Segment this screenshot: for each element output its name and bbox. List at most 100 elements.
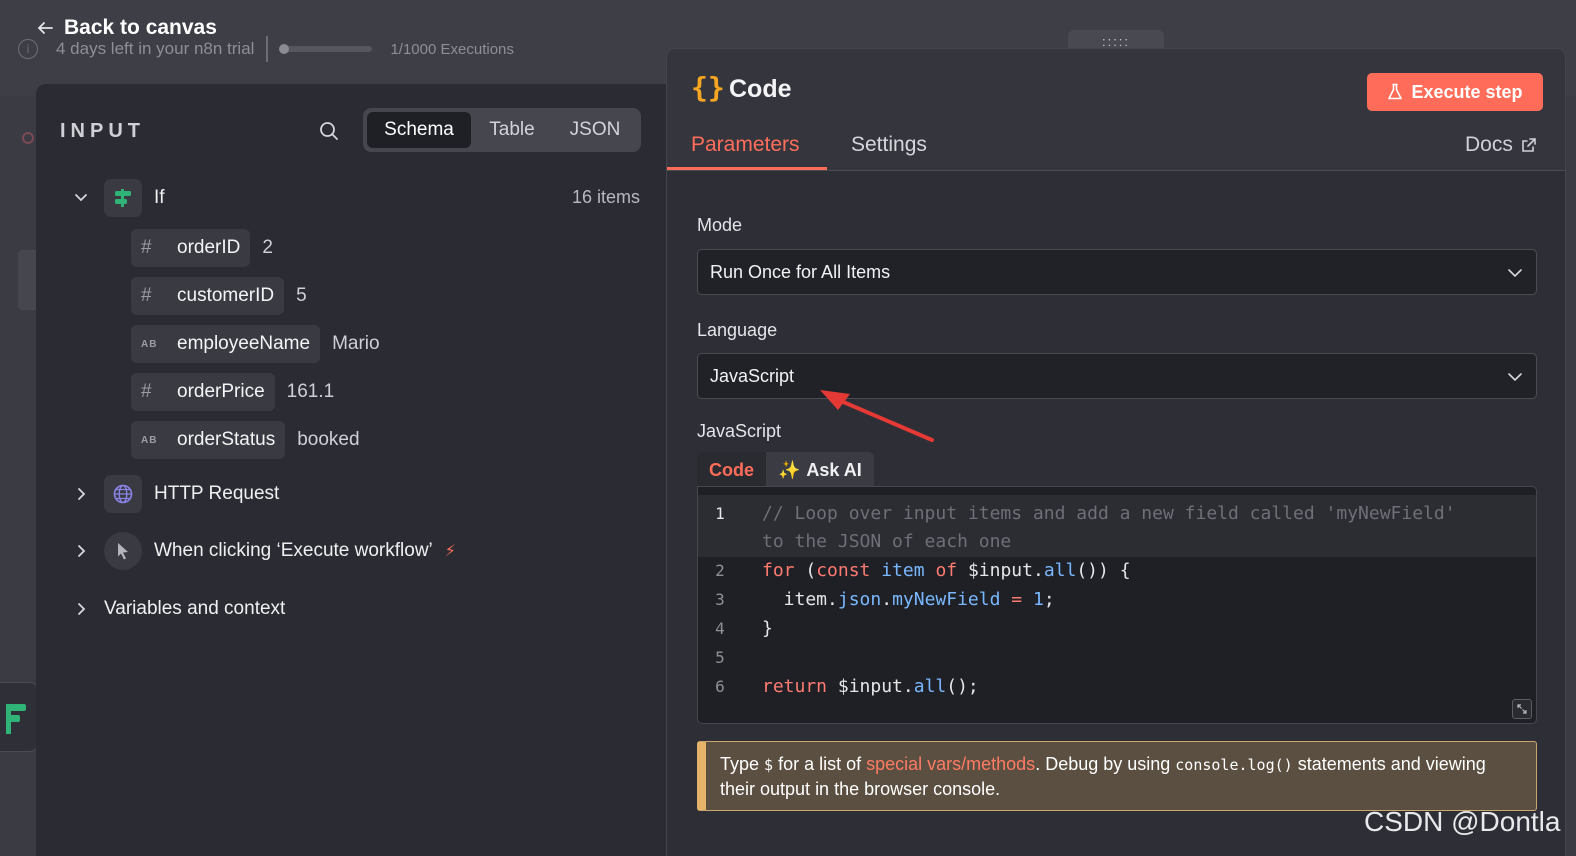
execute-step-label: Execute step	[1411, 81, 1523, 102]
executions-count: 1/1000 Executions	[390, 40, 514, 58]
trial-status: i 4 days left in your n8n trial 1/1000 E…	[18, 36, 514, 62]
arrow-left-icon	[37, 22, 53, 34]
hint-text: . Debug by using	[1035, 754, 1176, 774]
view-json-option[interactable]: JSON	[553, 112, 637, 148]
code-hint-callout: Type $ for a list of special vars/method…	[697, 741, 1537, 811]
input-panel-title: INPUT	[60, 120, 145, 142]
flask-icon	[1388, 83, 1403, 100]
schema-field-orderid[interactable]: # orderID 2	[131, 229, 273, 267]
code-text: return $input.all();	[762, 676, 979, 697]
editor-tab-code[interactable]: Code	[697, 452, 766, 488]
view-table-option[interactable]: Table	[471, 112, 553, 148]
canvas-node-edge	[18, 250, 36, 310]
view-mode-toggle: Schema Table JSON	[363, 108, 641, 152]
field-value: 2	[262, 237, 273, 258]
schema-field-orderstatus[interactable]: AB orderStatus booked	[131, 421, 360, 459]
field-name: customerID	[177, 285, 275, 306]
editor-tab-ask-ai[interactable]: ✨ Ask AI	[766, 452, 874, 488]
trial-text: 4 days left in your n8n trial	[56, 39, 255, 58]
mode-label: Mode	[697, 215, 743, 235]
code-line: 4 }	[698, 614, 1536, 643]
execute-step-button[interactable]: Execute step	[1367, 73, 1543, 111]
language-select-value: JavaScript	[710, 365, 795, 386]
code-text: item.json.myNewField = 1;	[762, 589, 1055, 610]
cursor-icon	[104, 532, 142, 570]
field-name: orderStatus	[177, 429, 276, 450]
chevron-right-icon[interactable]	[72, 600, 90, 618]
code-line: 3 item.json.myNewField = 1;	[698, 585, 1536, 614]
sparkles-icon: ✨	[778, 459, 801, 480]
code-line: 5	[698, 643, 1536, 672]
docs-link[interactable]: Docs	[1465, 133, 1537, 157]
field-value: 161.1	[286, 381, 335, 402]
field-value: booked	[297, 429, 360, 450]
chevron-down-icon[interactable]	[72, 189, 90, 207]
field-value: Mario	[332, 333, 380, 354]
canvas-connector-dot	[22, 132, 34, 144]
editor-tabs: Code ✨ Ask AI	[697, 452, 874, 488]
field-pill[interactable]: AB orderStatus	[131, 421, 286, 459]
tree-node-variables[interactable]: Variables and context	[72, 598, 285, 620]
code-node-panel: {} Code Execute step Parameters Settings…	[666, 48, 1566, 856]
divider	[266, 36, 269, 62]
tab-parameters[interactable]: Parameters	[691, 133, 800, 157]
editor-label: JavaScript	[697, 421, 782, 441]
line-number: 5	[715, 648, 725, 667]
view-schema-option[interactable]: Schema	[367, 112, 471, 148]
field-pill[interactable]: # customerID	[131, 277, 285, 315]
canvas-if-node[interactable]	[0, 682, 38, 752]
code-line-wrap: to the JSON of each one	[698, 527, 1536, 556]
line-number: 4	[715, 619, 725, 638]
string-type-icon: AB	[141, 434, 158, 446]
node-title[interactable]: Code	[729, 75, 792, 104]
ask-ai-label: Ask AI	[806, 459, 862, 480]
chevron-right-icon[interactable]	[72, 485, 90, 503]
tree-node-label: When clicking ‘Execute workflow’	[154, 540, 433, 561]
tab-settings[interactable]: Settings	[851, 133, 927, 157]
tree-node-label: Variables and context	[104, 598, 286, 619]
code-editor[interactable]: 1 // Loop over input items and add a new…	[697, 486, 1537, 724]
language-select[interactable]: JavaScript	[697, 353, 1537, 399]
field-name: employeeName	[177, 333, 311, 354]
schema-field-orderprice[interactable]: # orderPrice 161.1	[131, 373, 334, 411]
globe-icon	[104, 475, 142, 513]
field-pill[interactable]: # orderID	[131, 229, 251, 267]
code-line: 2 for (const item of $input.all()) {	[698, 556, 1536, 585]
docs-label: Docs	[1465, 133, 1513, 156]
code-line: 6 return $input.all();	[698, 672, 1536, 701]
tree-node-if[interactable]: If	[72, 179, 165, 217]
hint-dollar: $	[764, 756, 774, 774]
field-pill[interactable]: AB employeeName	[131, 325, 321, 363]
code-braces-icon: {}	[691, 71, 725, 104]
line-number: 3	[715, 590, 725, 609]
field-name: orderID	[177, 237, 241, 258]
number-type-icon: #	[141, 285, 152, 306]
special-vars-link[interactable]: special vars/methods	[866, 754, 1035, 774]
string-type-icon: AB	[141, 338, 158, 350]
tree-node-http-request[interactable]: HTTP Request	[72, 475, 279, 513]
tree-node-label: If	[154, 187, 165, 208]
watermark-text: CSDN @Dontla	[1364, 806, 1561, 837]
chevron-down-icon	[1508, 373, 1522, 382]
active-tab-indicator	[667, 167, 827, 170]
info-icon: i	[18, 39, 38, 59]
executions-progress-bar	[279, 44, 373, 54]
items-count-badge: 16 items	[572, 187, 641, 207]
schema-field-employeename[interactable]: AB employeeName Mario	[131, 325, 380, 363]
code-text: }	[762, 618, 773, 639]
code-line: 1 // Loop over input items and add a new…	[698, 499, 1536, 528]
tree-node-label: HTTP Request	[154, 483, 280, 504]
lightning-icon: ⚡	[444, 543, 456, 560]
schema-field-customerid[interactable]: # customerID 5	[131, 277, 307, 315]
if-node-icon	[104, 179, 142, 217]
tree-node-manual-trigger[interactable]: When clicking ‘Execute workflow’ ⚡	[72, 532, 456, 570]
code-comment: // Loop over input items and add a new f…	[762, 503, 1456, 524]
field-pill[interactable]: # orderPrice	[131, 373, 275, 411]
expand-editor-icon[interactable]	[1512, 699, 1532, 719]
chevron-right-icon[interactable]	[72, 542, 90, 560]
line-number: 2	[715, 561, 725, 580]
hint-text: for a list of	[773, 754, 867, 774]
mode-select[interactable]: Run Once for All Items	[697, 249, 1537, 295]
number-type-icon: #	[141, 237, 152, 258]
search-icon[interactable]	[318, 120, 340, 142]
